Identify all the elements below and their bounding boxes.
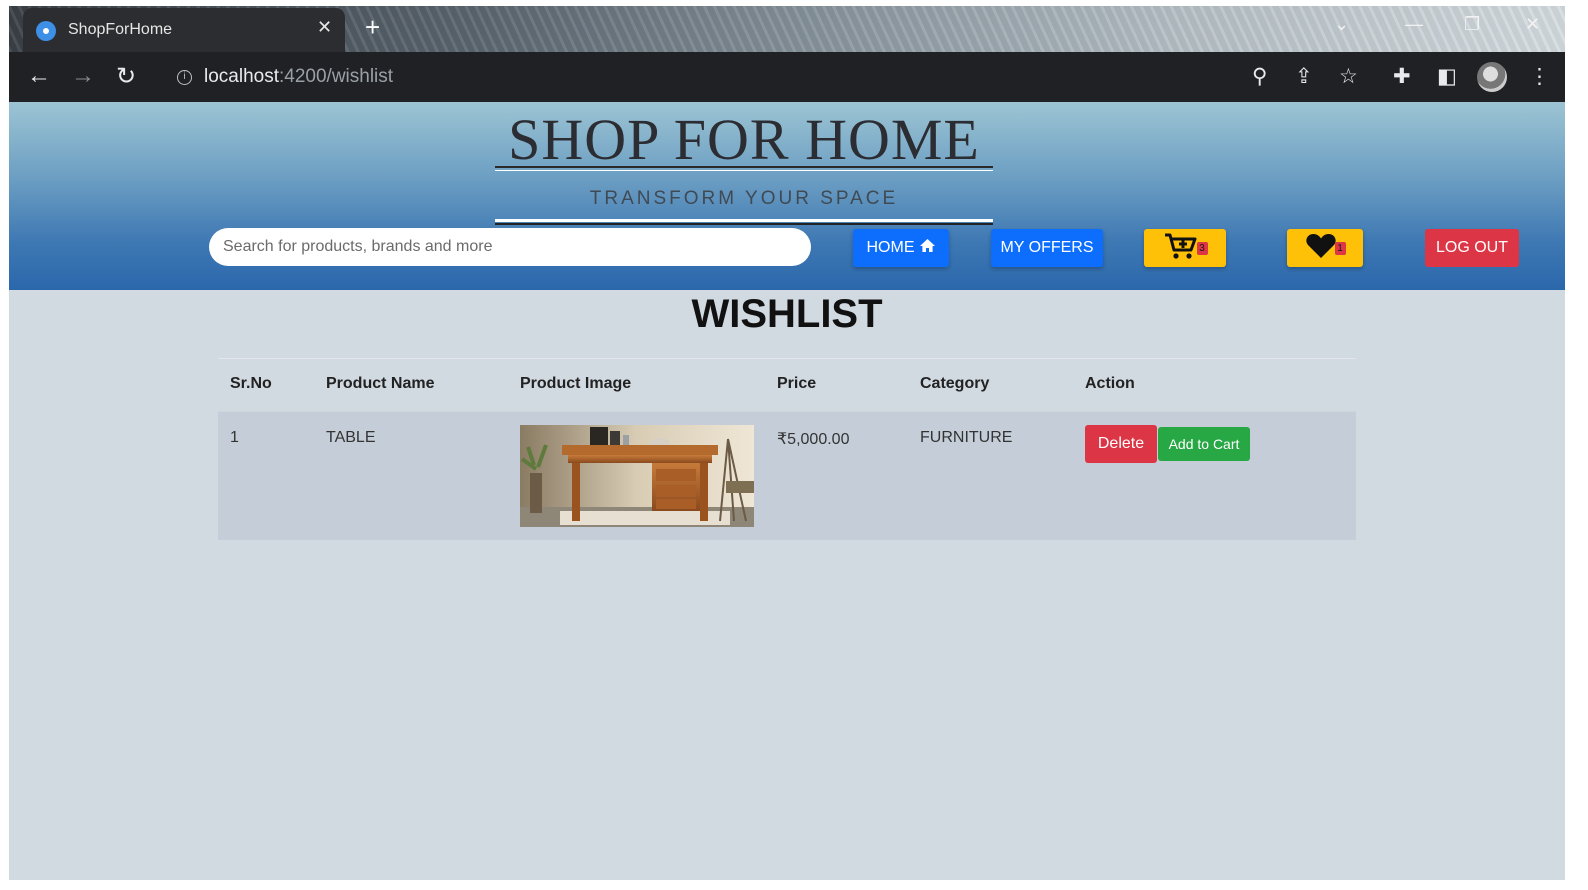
minimize-icon[interactable]: —: [1405, 14, 1423, 35]
header-product-name: Product Name: [326, 375, 435, 392]
address-bar: ← → ↻ i localhost:4200/wishlist ⚲ ⇪ ☆ ✚ …: [9, 52, 1565, 102]
wishlist-table: Sr.No Product Name Product Image Price C…: [218, 358, 1356, 540]
restore-icon[interactable]: ❐: [1464, 14, 1480, 35]
browser-tab[interactable]: ShopForHome ✕: [23, 8, 345, 52]
cell-category: FURNITURE: [920, 429, 1013, 446]
product-image: [520, 425, 754, 527]
extensions-icon[interactable]: ✚: [1393, 64, 1411, 89]
tagline-divider: [495, 223, 993, 225]
header-category: Category: [920, 375, 990, 392]
header-price: Price: [777, 375, 817, 392]
cart-plus-icon: [1163, 232, 1199, 265]
forward-icon[interactable]: →: [71, 62, 95, 90]
tab-search-icon[interactable]: ⌄: [1334, 14, 1349, 35]
cart-button[interactable]: 3: [1144, 229, 1226, 267]
close-window-icon[interactable]: ✕: [1525, 14, 1540, 35]
share-icon[interactable]: ⇪: [1295, 64, 1313, 89]
cell-sr-no: 1: [230, 429, 239, 446]
close-tab-icon[interactable]: ✕: [317, 17, 332, 38]
browser-window: ShopForHome ✕ + ⌄ — ❐ ✕ ← → ↻ i localhos…: [9, 6, 1565, 880]
site-header: SHOP FOR HOME TRANSFORM YOUR SPACE HOME …: [9, 102, 1565, 290]
add-to-cart-label: Add to Cart: [1168, 436, 1240, 452]
add-to-cart-button[interactable]: Add to Cart: [1158, 427, 1250, 461]
info-icon[interactable]: i: [177, 70, 192, 85]
brand-divider-light: [495, 170, 993, 171]
my-offers-label: MY OFFERS: [1000, 239, 1094, 256]
delete-label: Delete: [1097, 435, 1145, 452]
brand-divider: [495, 166, 993, 168]
wishlist-button[interactable]: 1: [1287, 229, 1363, 267]
home-icon: [919, 238, 936, 258]
menu-icon[interactable]: ⋮: [1529, 64, 1550, 89]
site-brand: SHOP FOR HOME: [508, 107, 980, 172]
reload-icon[interactable]: ↻: [116, 62, 136, 91]
wishlist-count-badge: 1: [1334, 241, 1346, 255]
cell-product-name: TABLE: [326, 429, 376, 446]
tab-title: ShopForHome: [68, 21, 173, 38]
table-header-row: Sr.No Product Name Product Image Price C…: [218, 358, 1356, 412]
cell-price: ₹5,000.00: [777, 431, 850, 448]
cart-count-badge: 3: [1196, 241, 1208, 255]
search-input[interactable]: [209, 228, 811, 266]
site-tagline: TRANSFORM YOUR SPACE: [589, 188, 899, 209]
my-offers-button[interactable]: MY OFFERS: [991, 229, 1103, 267]
omnibox[interactable]: i localhost:4200/wishlist: [157, 58, 1367, 96]
profile-avatar[interactable]: [1477, 62, 1507, 92]
logout-label: LOG OUT: [1435, 239, 1508, 256]
header-sr-no: Sr.No: [230, 375, 272, 392]
side-panel-icon[interactable]: ◧: [1437, 64, 1457, 89]
heart-icon: [1305, 233, 1337, 264]
zoom-icon[interactable]: ⚲: [1252, 64, 1267, 89]
home-button[interactable]: HOME: [853, 229, 949, 267]
url-text[interactable]: localhost:4200/wishlist: [204, 66, 393, 88]
new-tab-icon[interactable]: +: [365, 12, 380, 43]
header-action: Action: [1085, 375, 1135, 392]
star-icon[interactable]: ☆: [1339, 64, 1358, 89]
header-product-image: Product Image: [520, 375, 632, 392]
tagline-divider-light: [495, 219, 993, 222]
table-row: 1 TABLE ₹5,000.00 FURNITURE Delete Add t…: [218, 412, 1356, 540]
delete-button[interactable]: Delete: [1085, 425, 1157, 463]
home-label: HOME: [866, 239, 915, 256]
page-title: WISHLIST: [691, 292, 883, 336]
favicon-icon: [36, 21, 56, 41]
logout-button[interactable]: LOG OUT: [1425, 229, 1519, 267]
back-icon[interactable]: ←: [27, 62, 51, 90]
